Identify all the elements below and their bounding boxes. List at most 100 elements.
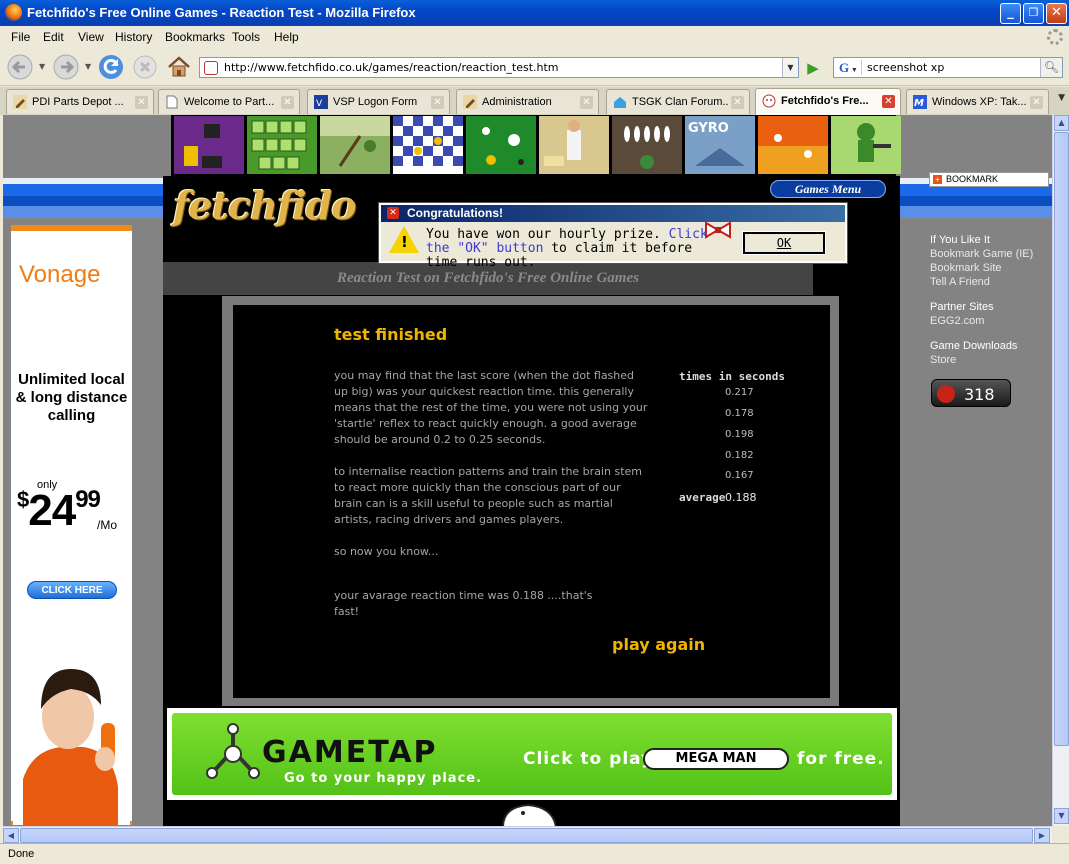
game-thumb-waiter[interactable] <box>539 116 609 174</box>
game-thumb-gyroball[interactable]: GYRO <box>685 116 755 174</box>
menu-tools[interactable]: Tools <box>232 30 260 44</box>
result-paragraph-1: you may find that the last score (when t… <box>334 369 648 446</box>
activity-throbber-icon <box>1047 29 1063 45</box>
game-thumb-sunset[interactable] <box>758 116 828 174</box>
close-button[interactable]: ✕ <box>1046 3 1067 24</box>
menu-bar: File Edit View History Bookmarks Tools H… <box>0 26 1069 48</box>
menu-edit[interactable]: Edit <box>43 30 64 44</box>
price-main: 24 <box>28 486 76 535</box>
menu-view[interactable]: View <box>78 30 104 44</box>
tab-close-icon[interactable]: ✕ <box>431 96 444 109</box>
tab-label: VSP Logon Form <box>333 96 418 108</box>
tab-label: TSGK Clan Forum... <box>632 96 728 108</box>
bookmark-site-link[interactable]: Bookmark Site <box>930 262 1002 274</box>
minimize-button[interactable]: _ <box>1000 3 1021 24</box>
search-magnifier-icon[interactable]: 🔍︎ <box>1040 58 1062 77</box>
time-value: 0.198 <box>725 429 754 440</box>
bookmark-label: BOOKMARK <box>946 174 999 184</box>
tab-close-icon[interactable]: ✕ <box>135 96 148 109</box>
go-button-icon[interactable]: ▶ <box>803 58 823 78</box>
tab-welcome-part[interactable]: Welcome to Part... ✕ <box>158 89 300 114</box>
menu-file[interactable]: File <box>11 30 30 44</box>
tell-a-friend-link[interactable]: Tell A Friend <box>930 276 990 288</box>
status-text: Done <box>8 848 35 860</box>
horizontal-scrollbar[interactable]: ◀ ▶ <box>3 826 1052 843</box>
time-value: 0.167 <box>725 470 754 481</box>
congratulations-popup[interactable]: Congratulations! ✕ ! You have won our ho… <box>378 202 848 270</box>
games-menu-button[interactable]: Games Menu <box>770 180 886 198</box>
menu-help[interactable]: Help <box>274 30 299 44</box>
scroll-down-arrow-icon[interactable]: ▼ <box>1054 808 1069 824</box>
address-dropdown-icon[interactable]: ▼ <box>782 58 798 77</box>
visitor-counter[interactable]: 318 <box>931 379 1011 407</box>
dog-mascot-image <box>502 803 557 826</box>
play-again-link[interactable]: play again <box>612 635 705 654</box>
egg2-link[interactable]: EGG2.com <box>930 315 984 327</box>
tab-pdi-parts[interactable]: PDI Parts Depot ... ✕ <box>6 89 154 114</box>
horizontal-scroll-thumb[interactable] <box>20 828 1033 843</box>
maximize-button[interactable]: ❐ <box>1023 3 1044 24</box>
forward-arrow-icon[interactable] <box>52 53 80 81</box>
tab-administration[interactable]: Administration ✕ <box>456 89 599 114</box>
stop-icon[interactable] <box>131 53 159 81</box>
back-history-dropdown-icon[interactable]: ▼ <box>39 62 45 71</box>
vonage-ad[interactable]: Vonage Unlimited local & long distance c… <box>11 225 132 825</box>
scroll-right-arrow-icon[interactable]: ▶ <box>1034 828 1050 843</box>
tab-close-icon[interactable]: ✕ <box>580 96 593 109</box>
game-result-title: test finished <box>334 325 448 344</box>
menu-history[interactable]: History <box>115 30 152 44</box>
vertical-scroll-thumb[interactable] <box>1054 132 1069 746</box>
tab-close-icon[interactable]: ✕ <box>281 96 294 109</box>
gametap-logo: GAMETAP <box>262 735 438 770</box>
m-logo-icon: M <box>913 95 927 109</box>
game-thumb-pool[interactable] <box>466 116 536 174</box>
popup-ok-button[interactable]: OK <box>742 231 826 255</box>
bookmark-share-button[interactable]: + BOOKMARK <box>929 172 1049 187</box>
page-icon <box>166 95 178 109</box>
gametap-game-button[interactable]: MEGA MAN <box>643 748 789 770</box>
popup-close-icon[interactable]: ✕ <box>387 207 399 219</box>
tab-close-icon[interactable]: ✕ <box>882 95 895 108</box>
vonage-headline: Unlimited local & long distance calling <box>15 371 128 424</box>
game-thumb-tower[interactable] <box>174 116 244 174</box>
address-url[interactable]: http://www.fetchfido.co.uk/games/reactio… <box>224 61 559 74</box>
vonage-click-here-button[interactable]: CLICK HERE <box>27 581 117 599</box>
search-engine-selector[interactable]: G ▼ <box>836 60 862 75</box>
tab-label: Fetchfido's Fre... <box>781 95 869 107</box>
game-thumb-word-grid[interactable] <box>247 116 317 174</box>
game-thumb-soldier[interactable] <box>831 116 901 174</box>
store-link[interactable]: Store <box>930 354 956 366</box>
tab-close-icon[interactable]: ✕ <box>1030 96 1043 109</box>
address-bar[interactable]: http://www.fetchfido.co.uk/games/reactio… <box>199 57 799 78</box>
back-arrow-icon[interactable] <box>6 53 34 81</box>
search-input[interactable]: screenshot xp <box>867 61 944 74</box>
scroll-up-arrow-icon[interactable]: ▲ <box>1054 115 1069 131</box>
vertical-scrollbar[interactable]: ▲ ▼ <box>1052 115 1069 826</box>
gametap-banner-ad[interactable]: GAMETAP Go to your happy place. Click to… <box>167 708 897 800</box>
game-thumb-chess[interactable] <box>393 116 463 174</box>
game-thumb-bowling[interactable] <box>612 116 682 174</box>
times-heading: times in seconds <box>679 370 785 383</box>
fetchfido-logo[interactable]: fetchfido <box>173 183 357 228</box>
menu-bookmarks[interactable]: Bookmarks <box>165 30 225 44</box>
gametap-banner-body: GAMETAP Go to your happy place. Click to… <box>172 713 892 795</box>
reload-icon[interactable] <box>97 53 125 81</box>
tab-list-dropdown-icon[interactable]: ▼ <box>1058 93 1065 103</box>
game-thumb-archery[interactable] <box>320 116 390 174</box>
scroll-left-arrow-icon[interactable]: ◀ <box>3 828 19 843</box>
bookmark-game-link[interactable]: Bookmark Game (IE) <box>930 248 1033 260</box>
tab-windows-xp[interactable]: M Windows XP: Tak... ✕ <box>906 89 1049 114</box>
tab-fetchfido[interactable]: Fetchfido's Fre... ✕ <box>755 88 901 115</box>
site-favicon-icon <box>204 61 218 75</box>
price-symbol: $ <box>17 487 29 512</box>
pencil-icon <box>13 95 27 109</box>
tab-label: Windows XP: Tak... <box>932 96 1027 108</box>
tab-close-icon[interactable]: ✕ <box>731 96 744 109</box>
tab-tsgk-clan[interactable]: TSGK Clan Forum... ✕ <box>606 89 750 114</box>
forward-history-dropdown-icon[interactable]: ▼ <box>85 62 91 71</box>
home-icon[interactable] <box>165 53 193 81</box>
tab-bar: PDI Parts Depot ... ✕ Welcome to Part...… <box>0 87 1069 115</box>
popup-message-link[interactable]: "OK" button <box>457 241 543 256</box>
search-box[interactable]: G ▼ screenshot xp 🔍︎ <box>833 57 1063 78</box>
tab-vsp-logon[interactable]: V VSP Logon Form ✕ <box>307 89 450 114</box>
